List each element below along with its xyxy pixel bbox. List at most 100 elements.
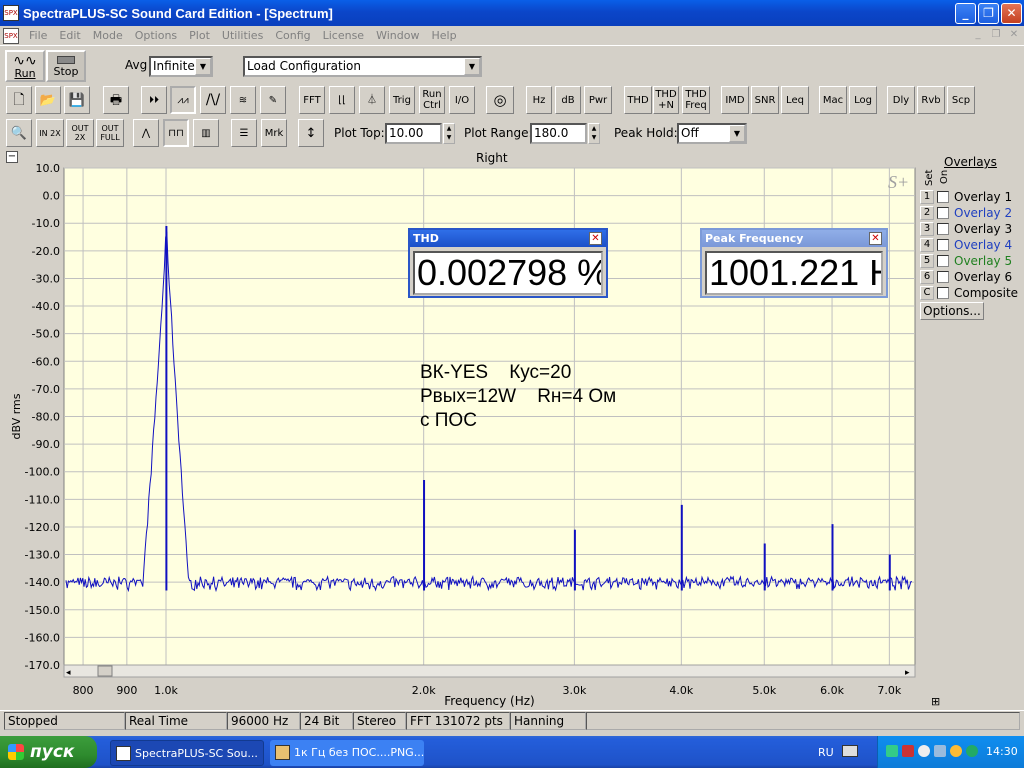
thd-freq-button[interactable]: THD Freq [682, 86, 710, 114]
zoom-in-button[interactable]: IN 2X [36, 119, 64, 147]
mdi-restore-button[interactable]: ❐ [988, 29, 1004, 43]
overlay-checkbox[interactable] [937, 271, 949, 283]
mdi-close-button[interactable]: ✕ [1006, 29, 1022, 43]
save-file-button[interactable]: 💾 [64, 86, 90, 114]
imd-button[interactable]: IMD [721, 86, 749, 114]
hz-button[interactable]: Hz [526, 86, 552, 114]
document-icon[interactable]: SPX [3, 27, 19, 44]
io-button[interactable]: I/O [449, 86, 475, 114]
thd-n-button[interactable]: THD +N [653, 86, 679, 114]
overlay-set-button[interactable]: 5 [920, 254, 934, 268]
run-ctrl-button[interactable]: Run Ctrl [419, 86, 445, 114]
menu-utilities[interactable]: Utilities [216, 29, 269, 42]
security-icon[interactable] [902, 745, 914, 757]
overlay-label: Composite [954, 286, 1019, 300]
signal-mode-button[interactable]: ⏵⏵ [141, 86, 167, 114]
peak-frequency-meter-window[interactable]: Peak Frequency ✕ 1001.221 H [700, 228, 888, 298]
mdi-minimize-button[interactable]: _ [970, 29, 986, 43]
overlay-set-button[interactable]: C [920, 286, 934, 300]
configuration-select[interactable]: Load Configuration ▼ [243, 56, 482, 77]
menu-window[interactable]: Window [370, 29, 425, 42]
tray-app-icon[interactable] [934, 745, 946, 757]
overlay-set-button[interactable]: 6 [920, 270, 934, 284]
minimize-button[interactable]: _ [955, 3, 976, 24]
marker-button[interactable]: Mrk [261, 119, 287, 147]
spectrogram-button[interactable]: ✎ [260, 86, 286, 114]
bar-plot-button[interactable]: ▥ [193, 119, 219, 147]
collapse-button[interactable]: − [6, 151, 18, 163]
network-icon[interactable] [886, 745, 898, 757]
overlay-set-button[interactable]: 4 [920, 238, 934, 252]
magnifier-icon: 🔍 [10, 125, 28, 141]
overlay-checkbox[interactable] [937, 207, 949, 219]
maximize-button[interactable]: ❐ [978, 3, 999, 24]
log-button[interactable]: Log [849, 86, 877, 114]
stop-button[interactable]: Stop [46, 50, 86, 82]
run-button[interactable]: ∿∿ Run [5, 50, 45, 82]
mac-button[interactable]: Mac [819, 86, 847, 114]
menu-config[interactable]: Config [269, 29, 316, 42]
overlay-set-button[interactable]: 2 [920, 206, 934, 220]
trig-button[interactable]: Trig [389, 86, 415, 114]
overlay-checkbox[interactable] [937, 287, 949, 299]
leq-button[interactable]: Leq [781, 86, 809, 114]
peak-hold-select[interactable]: Off ▼ [677, 123, 747, 144]
open-file-button[interactable]: 📂 [35, 86, 61, 114]
plot-top-input[interactable]: 10.00 [385, 123, 442, 144]
menu-file[interactable]: File [23, 29, 53, 42]
menu-help[interactable]: Help [425, 29, 462, 42]
scp-button[interactable]: Scp [947, 86, 975, 114]
overlay-checkbox[interactable] [937, 223, 949, 235]
close-button[interactable]: ✕ [1001, 3, 1022, 24]
zoom-full-button[interactable]: OUT FULL [96, 119, 124, 147]
axis-button[interactable]: ⌊⌊ [329, 86, 355, 114]
overlay-set-button[interactable]: 1 [920, 190, 934, 204]
new-file-button[interactable]: 🗋 [6, 86, 32, 114]
tray-app-icon[interactable] [966, 745, 978, 757]
snr-button[interactable]: SNR [751, 86, 779, 114]
spectrum-mode-button[interactable]: ⩘⩘ [170, 86, 196, 114]
overlay-options-button[interactable]: Options... [920, 302, 984, 320]
pwr-button[interactable]: Pwr [584, 86, 612, 114]
menu-plot[interactable]: Plot [183, 29, 216, 42]
keyboard-icon[interactable] [842, 745, 858, 757]
menu-mode[interactable]: Mode [87, 29, 129, 42]
language-indicator[interactable]: RU [818, 746, 834, 759]
close-icon[interactable]: ✕ [869, 232, 882, 245]
zoom-out-button[interactable]: OUT 2X [66, 119, 94, 147]
step-plot-button[interactable]: ⊓⊓ [163, 119, 189, 147]
overlay-checkbox[interactable] [937, 239, 949, 251]
generator-button[interactable]: ◎ [486, 86, 514, 114]
rvb-button[interactable]: Rvb [917, 86, 945, 114]
plot-range-input[interactable]: 180.0 [530, 123, 587, 144]
close-icon[interactable]: ✕ [589, 232, 602, 245]
scale-button[interactable]: ↕ [298, 119, 324, 147]
weighting-button[interactable]: ⏃ [359, 86, 385, 114]
waterfall-button[interactable]: ≋ [230, 86, 256, 114]
zoom-button[interactable]: 🔍 [6, 119, 32, 147]
time-series-button[interactable]: /\/ [200, 86, 226, 114]
avg-select[interactable]: Infinite ▼ [149, 56, 213, 77]
volume-icon[interactable] [918, 745, 930, 757]
plot-range-spinner[interactable]: ▲ ▼ [588, 123, 600, 144]
plot-top-spinner[interactable]: ▲ ▼ [443, 123, 455, 144]
status-bit-depth: 24 Bit [300, 712, 353, 730]
menu-edit[interactable]: Edit [53, 29, 86, 42]
thd-button[interactable]: THD [624, 86, 652, 114]
dly-button[interactable]: Dly [887, 86, 915, 114]
taskbar-item-spectraplus[interactable]: SpectraPLUS-SC Sou... [110, 740, 264, 766]
overlay-checkbox[interactable] [937, 191, 949, 203]
line-plot-button[interactable]: ⋀ [133, 119, 159, 147]
taskbar-item-image[interactable]: 1к Гц без ПОС....PNG... [270, 740, 424, 766]
print-button[interactable]: 🖶 [103, 86, 129, 114]
thd-meter-window[interactable]: THD ✕ 0.002798 % [408, 228, 608, 298]
overlay-set-button[interactable]: 3 [920, 222, 934, 236]
tray-app-icon[interactable] [950, 745, 962, 757]
start-button[interactable]: пуск [0, 736, 97, 768]
menu-license[interactable]: License [317, 29, 370, 42]
menu-options[interactable]: Options [129, 29, 183, 42]
settings-list-button[interactable]: ☰ [231, 119, 257, 147]
db-button[interactable]: dB [555, 86, 581, 114]
overlay-checkbox[interactable] [937, 255, 949, 267]
fft-button[interactable]: FFT [299, 86, 325, 114]
